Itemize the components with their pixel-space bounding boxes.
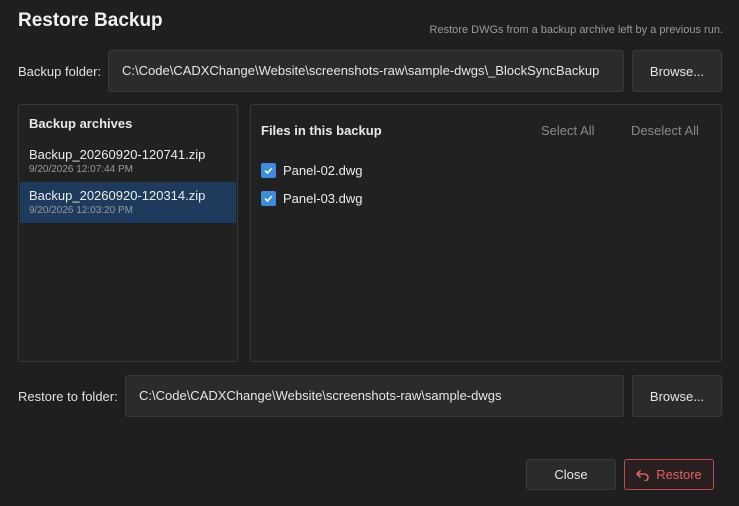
restore-button-label: Restore bbox=[656, 467, 702, 482]
file-item[interactable]: Panel-02.dwg bbox=[261, 161, 363, 179]
files-heading: Files in this backup bbox=[261, 123, 382, 138]
file-item[interactable]: Panel-03.dwg bbox=[261, 189, 363, 207]
archive-date: 9/20/2026 12:03:20 PM bbox=[29, 205, 133, 216]
close-button[interactable]: Close bbox=[526, 459, 616, 490]
restore-folder-field[interactable]: C:\Code\CADXChange\Website\screenshots-r… bbox=[125, 375, 624, 417]
files-panel: Files in this backup Select All Deselect… bbox=[250, 104, 722, 362]
restore-folder-label: Restore to folder: bbox=[18, 389, 118, 404]
archive-name: Backup_20260920-120741.zip bbox=[29, 147, 206, 162]
archive-item[interactable]: Backup_20260920-120741.zip 9/20/2026 12:… bbox=[20, 141, 236, 182]
backup-folder-browse-button[interactable]: Browse... bbox=[632, 50, 722, 92]
file-name: Panel-03.dwg bbox=[283, 190, 363, 206]
checkbox-checked-icon[interactable] bbox=[261, 190, 276, 206]
restore-folder-browse-button[interactable]: Browse... bbox=[632, 375, 722, 417]
dialog-title: Restore Backup bbox=[18, 10, 163, 31]
file-name: Panel-02.dwg bbox=[283, 162, 363, 178]
checkbox-checked-icon[interactable] bbox=[261, 162, 276, 178]
select-all-button[interactable]: Select All bbox=[541, 123, 594, 138]
backup-folder-label: Backup folder: bbox=[18, 64, 102, 79]
dialog-subtitle: Restore DWGs from a backup archive left … bbox=[429, 24, 723, 36]
backup-folder-field[interactable]: C:\Code\CADXChange\Website\screenshots-r… bbox=[108, 50, 624, 92]
archives-heading: Backup archives bbox=[29, 116, 133, 131]
archive-item-selected[interactable]: Backup_20260920-120314.zip 9/20/2026 12:… bbox=[20, 182, 236, 223]
archives-panel: Backup archives Backup_20260920-120741.z… bbox=[18, 104, 238, 362]
undo-arrow-icon bbox=[636, 469, 650, 481]
restore-backup-dialog: Restore Backup Restore DWGs from a backu… bbox=[0, 0, 739, 506]
archive-name: Backup_20260920-120314.zip bbox=[29, 188, 206, 203]
deselect-all-button[interactable]: Deselect All bbox=[631, 123, 699, 138]
archive-date: 9/20/2026 12:07:44 PM bbox=[29, 164, 133, 175]
restore-button[interactable]: Restore bbox=[624, 459, 714, 490]
